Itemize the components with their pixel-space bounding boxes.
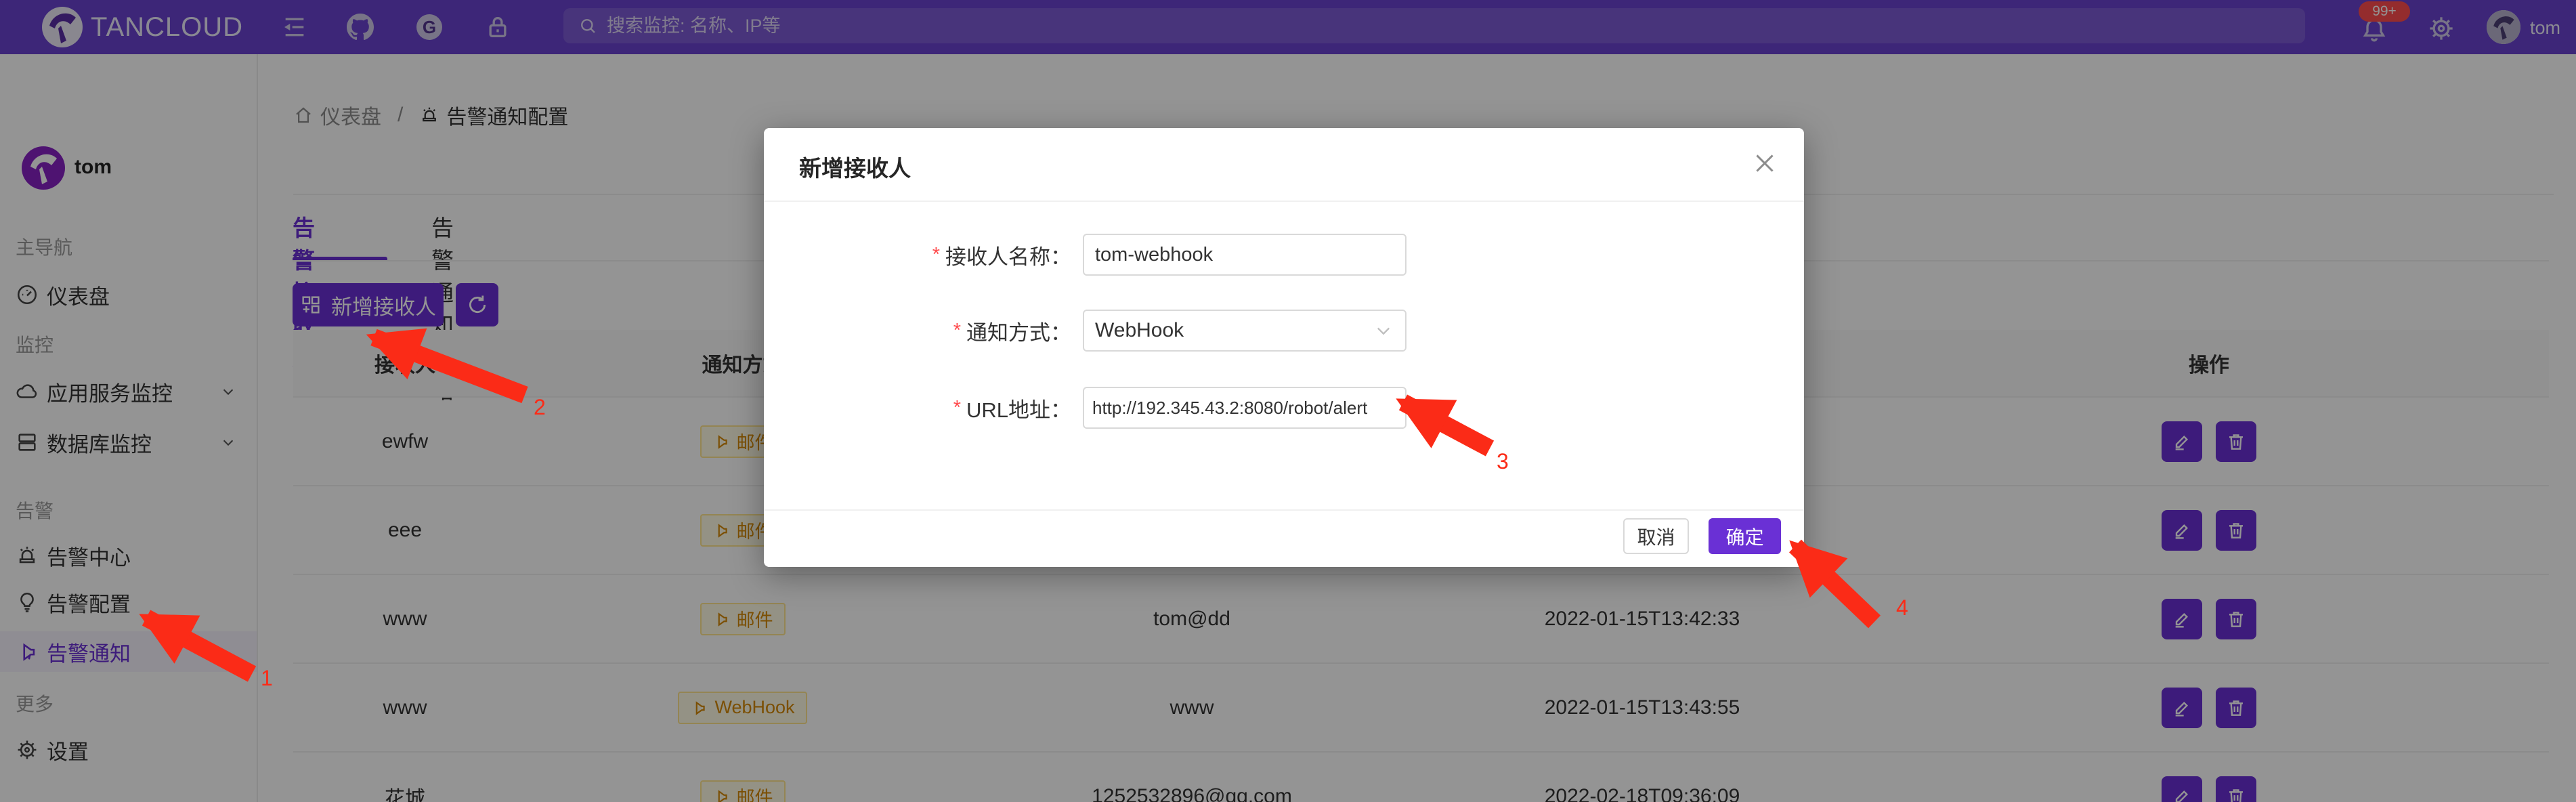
required-asterisk: *	[953, 320, 961, 342]
url-input[interactable]	[1083, 387, 1407, 429]
name-field-label: * 接收人名称：	[787, 234, 1071, 276]
app-screen: TANCLOUD G	[0, 0, 2576, 802]
modal-header-divider	[764, 200, 1804, 202]
method-select[interactable]: WebHook	[1083, 310, 1407, 352]
required-asterisk: *	[932, 244, 940, 266]
receiver-name-input[interactable]	[1083, 234, 1407, 276]
method-select-value: WebHook	[1095, 319, 1184, 342]
add-receiver-modal: 新增接收人 * 接收人名称： * 通知方式： WebHook * URL地址： …	[764, 128, 1804, 567]
url-field-label: * URL地址：	[787, 387, 1071, 429]
modal-title: 新增接收人	[799, 150, 911, 183]
modal-footer-divider	[764, 509, 1804, 511]
close-icon[interactable]	[1750, 148, 1780, 178]
method-field-label: * 通知方式：	[787, 310, 1071, 352]
required-asterisk: *	[953, 397, 961, 419]
chevron-down-icon	[1374, 321, 1393, 340]
confirm-button[interactable]: 确定	[1709, 518, 1781, 554]
cancel-button[interactable]: 取消	[1623, 518, 1689, 554]
